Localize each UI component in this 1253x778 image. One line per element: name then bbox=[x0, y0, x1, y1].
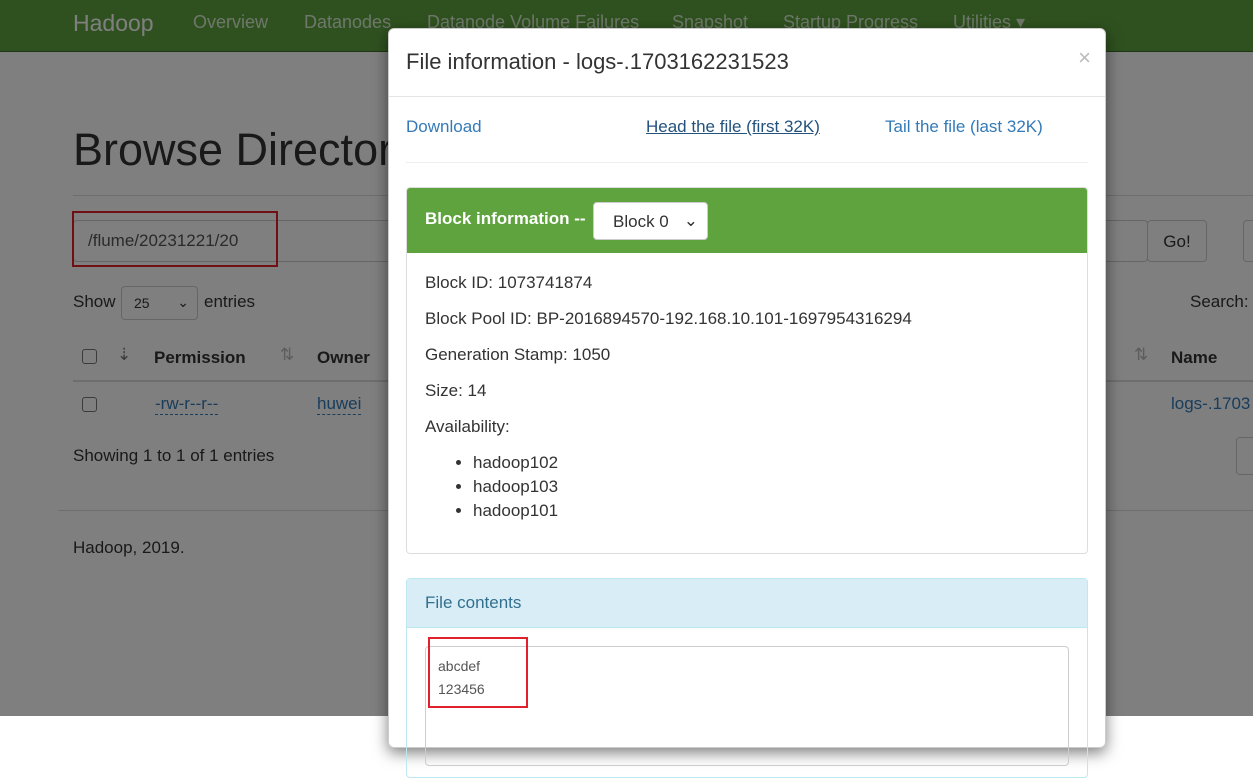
block-select[interactable]: Block 0 ⌄ bbox=[593, 202, 708, 240]
block-info-panel: Block information -- Block 0 ⌄ Block ID: … bbox=[406, 187, 1088, 554]
modal-title: File information - logs-.1703162231523 bbox=[406, 49, 789, 74]
links-divider bbox=[406, 162, 1088, 163]
download-link[interactable]: Download bbox=[406, 117, 482, 137]
chevron-down-icon: ⌄ bbox=[683, 211, 698, 230]
host-item: hadoop103 bbox=[473, 477, 558, 497]
close-icon[interactable]: × bbox=[1078, 45, 1091, 71]
head-file-link[interactable]: Head the file (first 32K) bbox=[646, 117, 820, 137]
block-pool-id: Block Pool ID: BP-2016894570-192.168.10.… bbox=[425, 309, 912, 328]
file-contents-heading: File contents bbox=[407, 579, 1087, 628]
modal-header-divider bbox=[389, 96, 1105, 97]
block-heading-text: Block information -- bbox=[425, 209, 586, 228]
highlight-box-contents bbox=[428, 637, 528, 708]
block-size: Size: 14 bbox=[425, 381, 487, 400]
generation-stamp: Generation Stamp: 1050 bbox=[425, 345, 611, 364]
block-id: Block ID: 1073741874 bbox=[425, 273, 593, 292]
block-info-heading: Block information -- Block 0 ⌄ bbox=[407, 188, 1087, 253]
host-item: hadoop102 bbox=[473, 453, 558, 473]
host-item: hadoop101 bbox=[473, 501, 558, 521]
content-line: 123456 bbox=[438, 681, 485, 697]
availability-label: Availability: bbox=[425, 417, 510, 436]
content-line: abcdef bbox=[438, 658, 481, 674]
block-select-value: Block 0 bbox=[613, 212, 669, 231]
tail-file-link[interactable]: Tail the file (last 32K) bbox=[885, 117, 1043, 137]
